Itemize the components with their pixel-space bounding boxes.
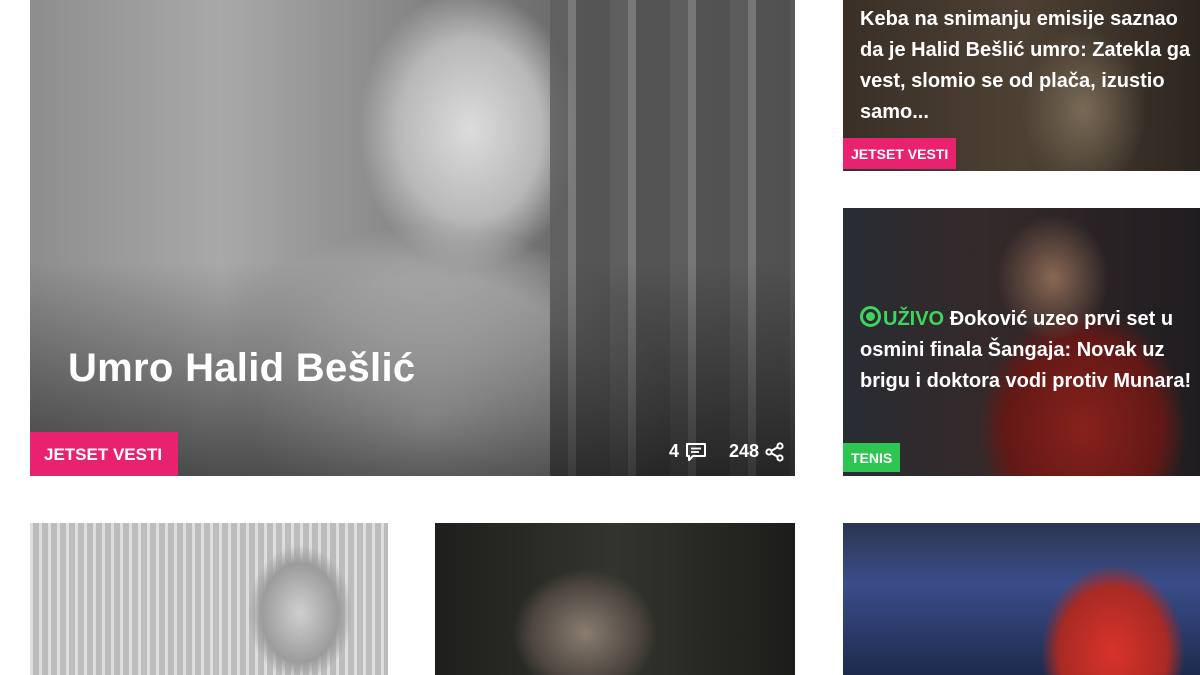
category-tag[interactable]: TENIS	[843, 443, 901, 472]
side-article-live[interactable]: UŽIVO Đoković uzeo prvi set u osmini fin…	[843, 208, 1200, 476]
article-image[interactable]	[30, 523, 388, 675]
hero-meta: 4 248	[669, 441, 785, 462]
article-image[interactable]	[843, 523, 1200, 675]
comment-icon[interactable]	[685, 442, 707, 462]
live-dot-icon	[860, 306, 881, 327]
article-image[interactable]	[435, 523, 795, 675]
share-icon[interactable]	[765, 441, 785, 462]
hero-title[interactable]: Umro Halid Bešlić	[68, 346, 415, 391]
live-label: UŽIVO	[883, 308, 945, 330]
hero-category-tag[interactable]: JETSET VESTI	[30, 432, 179, 476]
category-tag[interactable]: JETSET VESTI	[843, 138, 957, 169]
article-thumbnail[interactable]	[843, 523, 1200, 675]
side-article-title[interactable]: Keba na snimanju emisije saznao da je Ha…	[860, 4, 1195, 128]
comment-count: 4	[668, 441, 679, 461]
side-article[interactable]: Keba na snimanju emisije saznao da je Ha…	[843, 0, 1200, 171]
article-thumbnail[interactable]	[30, 523, 388, 675]
side-article-title[interactable]: UŽIVO Đoković uzeo prvi set u osmini fin…	[860, 304, 1195, 397]
share-count: 248	[728, 441, 759, 461]
hero-article[interactable]: Umro Halid Bešlić JETSET VESTI 4 248	[30, 0, 795, 476]
article-thumbnail[interactable]	[435, 523, 795, 675]
